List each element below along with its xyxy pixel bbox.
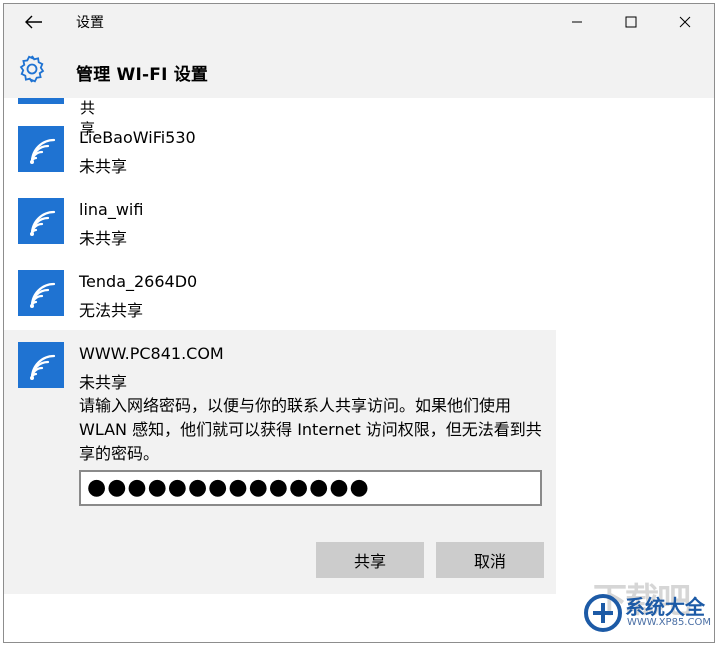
network-list: 未共享 LieBaoWiFi530 未共享 lina_wifi 未共享 bbox=[4, 98, 714, 642]
share-button[interactable]: 共享 bbox=[316, 542, 424, 578]
password-input[interactable]: ●●●●●●●●●●●●●● bbox=[79, 470, 542, 506]
network-status: 无法共享 bbox=[79, 301, 144, 320]
watermark: 下载吧 系统大全 WWW.XP85.COM bbox=[571, 579, 711, 639]
wifi-icon bbox=[18, 270, 64, 316]
watermark-url: WWW.XP85.COM bbox=[627, 617, 711, 628]
back-arrow-icon bbox=[25, 15, 42, 29]
network-name: LieBaoWiFi530 bbox=[79, 128, 196, 147]
settings-window: 设置 管理 WI-FI 设置 未共享 bbox=[3, 3, 715, 643]
wifi-icon bbox=[18, 342, 64, 388]
close-icon bbox=[679, 16, 691, 28]
minimize-button[interactable] bbox=[554, 4, 600, 40]
page-header: 管理 WI-FI 设置 bbox=[4, 40, 714, 98]
network-status: 未共享 bbox=[79, 157, 128, 176]
network-status: 未共享 bbox=[79, 373, 128, 392]
close-button[interactable] bbox=[662, 4, 708, 40]
wifi-icon bbox=[18, 126, 64, 172]
network-name: Tenda_2664D0 bbox=[79, 272, 198, 291]
page-title: 管理 WI-FI 设置 bbox=[76, 65, 209, 85]
window-title: 设置 bbox=[76, 15, 104, 31]
network-name: lina_wifi bbox=[79, 200, 144, 219]
wifi-icon bbox=[18, 198, 64, 244]
share-description: 请输入网络密码，以便与你的联系人共享访问。如果他们使用 WLAN 感知，他们就可… bbox=[79, 396, 542, 463]
cancel-button[interactable]: 取消 bbox=[436, 542, 544, 578]
wifi-icon bbox=[18, 98, 64, 104]
minimize-icon bbox=[572, 21, 582, 23]
maximize-button[interactable] bbox=[608, 4, 654, 40]
watermark-text: 系统大全 bbox=[625, 595, 705, 619]
watermark-logo-icon bbox=[584, 594, 622, 632]
maximize-icon bbox=[625, 16, 637, 28]
network-status: 未共享 bbox=[79, 229, 128, 248]
network-name: WWW.PC841.COM bbox=[79, 344, 224, 363]
network-item-liebao[interactable]: LieBaoWiFi530 未共享 bbox=[4, 118, 556, 190]
title-bar: 设置 bbox=[4, 4, 714, 40]
list-item-partial[interactable]: 未共享 bbox=[18, 98, 95, 138]
network-item-tenda[interactable]: Tenda_2664D0 无法共享 bbox=[4, 262, 556, 334]
network-item-expanded: WWW.PC841.COM 未共享 请输入网络密码，以便与你的联系人共享访问。如… bbox=[4, 330, 556, 594]
network-item-lina[interactable]: lina_wifi 未共享 bbox=[4, 190, 556, 262]
back-button[interactable] bbox=[14, 4, 54, 40]
gear-icon bbox=[19, 55, 45, 83]
